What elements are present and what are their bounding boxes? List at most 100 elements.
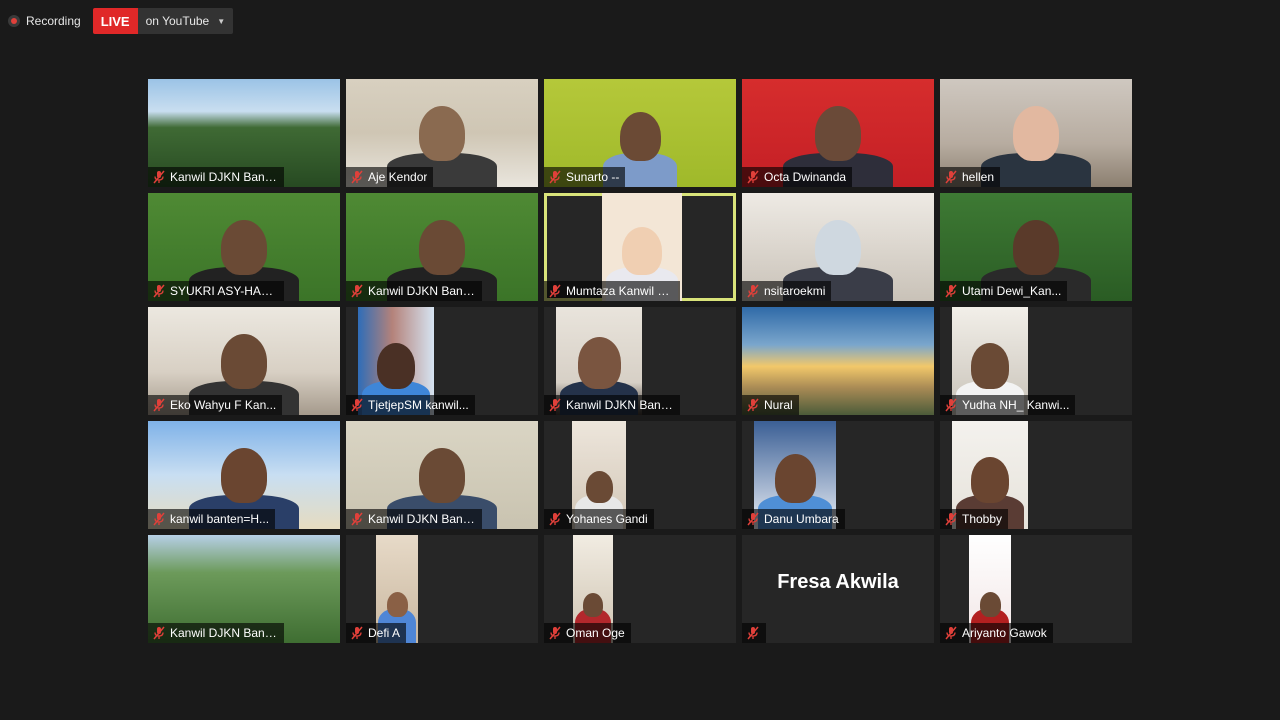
- participant-tile[interactable]: Kanwil DJKN Bant...: [346, 421, 538, 529]
- participant-name-bar: kanwil banten=H...: [148, 509, 276, 529]
- participant-tile[interactable]: Eko Wahyu F Kan...: [148, 307, 340, 415]
- participant-name: Kanwil DJKN Bant...: [368, 512, 476, 526]
- participant-name: Oman Oge: [566, 626, 625, 640]
- participant-name-bar: hellen: [940, 167, 1001, 187]
- participant-tile[interactable]: TjetjepSM kanwil...: [346, 307, 538, 415]
- participant-tile[interactable]: Utami Dewi_Kan...: [940, 193, 1132, 301]
- participant-name: Ariyanto Gawok: [962, 626, 1047, 640]
- participant-name: Kanwil DJKN Bant...: [170, 626, 278, 640]
- participant-name: Eko Wahyu F Kan...: [170, 398, 277, 412]
- participant-name: kanwil banten=H...: [170, 512, 270, 526]
- participant-name-bar: Aje Kendor: [346, 167, 434, 187]
- participant-name-bar: Oman Oge: [544, 623, 631, 643]
- participant-face: [1013, 219, 1059, 275]
- participant-tile[interactable]: Fresa Akwila: [742, 535, 934, 643]
- mic-muted-icon: [152, 512, 166, 526]
- participant-face: [1013, 105, 1059, 161]
- participant-tile[interactable]: kanwil banten=H...: [148, 421, 340, 529]
- participant-name-bar: Kanwil DJKN Banten ...: [346, 281, 482, 301]
- participant-face: [619, 111, 661, 161]
- participant-face: [221, 333, 267, 389]
- participant-tile[interactable]: Defi A: [346, 535, 538, 643]
- participant-tile[interactable]: Kanwil DJKN Bant...: [544, 307, 736, 415]
- participant-tile[interactable]: Oman Oge: [544, 535, 736, 643]
- participant-name-bar: Kanwil DJKN Bant...: [148, 167, 284, 187]
- participant-tile[interactable]: Octa Dwinanda: [742, 79, 934, 187]
- participant-name-bar: Utami Dewi_Kan...: [940, 281, 1068, 301]
- participant-name: Yohanes Gandi: [566, 512, 648, 526]
- participant-tile[interactable]: Nural: [742, 307, 934, 415]
- participant-gallery: Kanwil DJKN Bant... Aje Kendor Sunarto -- O…: [148, 79, 1132, 643]
- participant-tile[interactable]: nsitaroekmi: [742, 193, 934, 301]
- participant-name-bar: Sunarto --: [544, 167, 626, 187]
- participant-tile[interactable]: Yohanes Gandi: [544, 421, 736, 529]
- participant-face: [774, 453, 816, 503]
- participant-tile[interactable]: Thobby: [940, 421, 1132, 529]
- mic-muted-icon: [944, 512, 958, 526]
- mic-muted-icon: [350, 398, 364, 412]
- participant-tile[interactable]: hellen: [940, 79, 1132, 187]
- participant-name-bar: nsitaroekmi: [742, 281, 832, 301]
- participant-face: [971, 457, 1009, 503]
- mic-muted-icon: [944, 170, 958, 184]
- participant-name: TjetjepSM kanwil...: [368, 398, 469, 412]
- participant-name: Kanwil DJKN Banten ...: [368, 284, 476, 298]
- recording-label: Recording: [26, 14, 81, 28]
- participant-name: SYUKRI ASY-HADHY: [170, 284, 278, 298]
- mic-muted-icon: [746, 512, 760, 526]
- participant-name-bar: Octa Dwinanda: [742, 167, 853, 187]
- participant-tile[interactable]: Yudha NH_ Kanwi...: [940, 307, 1132, 415]
- participant-name-bar: Yudha NH_ Kanwi...: [940, 395, 1076, 415]
- participant-name-bar: Kanwil DJKN Bant...: [148, 623, 284, 643]
- participant-name-bar: Kanwil DJKN Bant...: [346, 509, 482, 529]
- live-badge: LIVE: [92, 8, 138, 34]
- participant-face: [585, 470, 613, 503]
- participant-tile[interactable]: Kanwil DJKN Bant...: [148, 79, 340, 187]
- participant-face: [979, 591, 1001, 617]
- mic-muted-icon: [746, 284, 760, 298]
- participant-face: [221, 447, 267, 503]
- participant-face: [622, 227, 662, 275]
- participant-name-bar: TjetjepSM kanwil...: [346, 395, 475, 415]
- participant-tile[interactable]: Ariyanto Gawok: [940, 535, 1132, 643]
- participant-tile[interactable]: Kanwil DJKN Bant...: [148, 535, 340, 643]
- participant-name: Nural: [764, 398, 793, 412]
- participant-name: Defi A: [368, 626, 401, 640]
- participant-name-bar: Ariyanto Gawok: [940, 623, 1053, 643]
- participant-name: hellen: [962, 170, 995, 184]
- participant-name: nsitaroekmi: [764, 284, 826, 298]
- participant-tile[interactable]: Danu Umbara: [742, 421, 934, 529]
- recording-indicator[interactable]: Recording: [8, 14, 81, 28]
- participant-tile[interactable]: SYUKRI ASY-HADHY: [148, 193, 340, 301]
- participant-face: [221, 219, 267, 275]
- live-destination-label: on YouTube: [145, 14, 210, 28]
- participant-name-bar: Thobby: [940, 509, 1009, 529]
- participant-face: [971, 343, 1009, 389]
- participant-face: [377, 343, 415, 389]
- chevron-down-icon: ▼: [217, 16, 226, 26]
- mic-muted-icon: [152, 284, 166, 298]
- participant-tile[interactable]: Mumtaza Kanwil DJK...: [544, 193, 736, 301]
- participant-face: [583, 593, 603, 617]
- participant-name: Kanwil DJKN Bant...: [566, 398, 674, 412]
- participant-tile[interactable]: Aje Kendor: [346, 79, 538, 187]
- live-stream-indicator[interactable]: LIVE on YouTube ▼: [92, 8, 234, 34]
- mic-muted-icon: [350, 626, 364, 640]
- meeting-topbar: Recording LIVE on YouTube ▼: [8, 8, 234, 34]
- mic-muted-icon: [944, 398, 958, 412]
- participant-name: Aje Kendor: [368, 170, 428, 184]
- participant-face: [386, 591, 408, 617]
- participant-name-bar: Defi A: [346, 623, 407, 643]
- mic-muted-icon: [548, 284, 562, 298]
- mic-muted-icon: [152, 170, 166, 184]
- participant-face: [419, 219, 465, 275]
- participant-tile[interactable]: Kanwil DJKN Banten ...: [346, 193, 538, 301]
- participant-name: Mumtaza Kanwil DJK...: [566, 284, 674, 298]
- participant-name-bar: Eko Wahyu F Kan...: [148, 395, 283, 415]
- participant-face: [419, 105, 465, 161]
- live-destination-dropdown[interactable]: on YouTube ▼: [137, 8, 234, 34]
- participant-display-name: Fresa Akwila: [777, 571, 899, 593]
- participant-name-bar: [742, 623, 766, 643]
- participant-name: Utami Dewi_Kan...: [962, 284, 1062, 298]
- participant-tile[interactable]: Sunarto --: [544, 79, 736, 187]
